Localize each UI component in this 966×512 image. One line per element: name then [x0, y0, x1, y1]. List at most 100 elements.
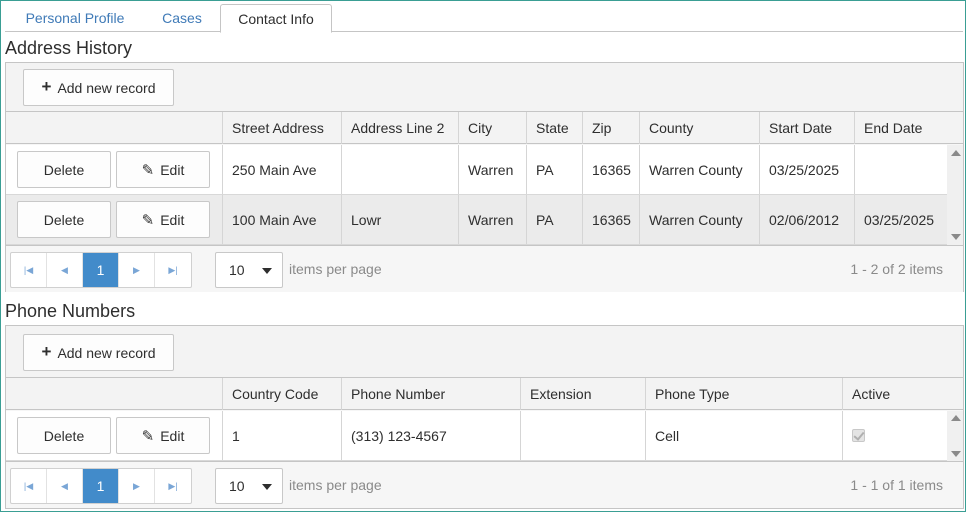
chevron-down-icon	[262, 268, 272, 274]
delete-button[interactable]: Delete	[17, 201, 111, 238]
add-address-button[interactable]: + Add new record	[23, 69, 174, 106]
add-phone-label: Add new record	[57, 344, 156, 361]
page-number-current[interactable]: 1	[83, 469, 119, 503]
page-size-value: 10	[229, 262, 245, 278]
page-size-select[interactable]: 10	[215, 252, 283, 288]
table-row[interactable]: Delete ✎ Edit 250 Main Ave Warren PA 163…	[6, 145, 948, 195]
add-address-label: Add new record	[57, 79, 156, 96]
address-grid: + Add new record Street Address Address …	[5, 62, 964, 292]
cell-phone-number: (313) 123-4567	[341, 411, 520, 460]
edit-button[interactable]: ✎ Edit	[116, 151, 210, 188]
prev-page-icon[interactable]: ◀	[47, 253, 83, 287]
scroll-up-icon[interactable]	[951, 415, 961, 421]
cell-start-date: 03/25/2025	[759, 145, 854, 194]
tab-personal-profile[interactable]: Personal Profile	[9, 4, 141, 32]
plus-icon: +	[41, 77, 52, 96]
cell-country-code: 1	[222, 411, 341, 460]
edit-button[interactable]: ✎ Edit	[116, 201, 210, 238]
page-size-select[interactable]: 10	[215, 468, 283, 504]
pager-info: 1 - 1 of 1 items	[850, 477, 943, 493]
tab-contact-info[interactable]: Contact Info	[220, 4, 332, 33]
column-header-city[interactable]: City	[458, 112, 526, 144]
cell-zip: 16365	[582, 145, 639, 194]
delete-button[interactable]: Delete	[17, 417, 111, 454]
edit-label: Edit	[160, 161, 185, 178]
table-row[interactable]: Delete ✎ Edit 1 (313) 123-4567 Cell	[6, 411, 948, 461]
address-header-row: Street Address Address Line 2 City State…	[6, 112, 963, 144]
cell-line2	[341, 145, 458, 194]
cell-street: 100 Main Ave	[222, 195, 341, 244]
pager-buttons: |◀ ◀ 1 ▶ ▶|	[10, 252, 192, 288]
column-header-phone-type[interactable]: Phone Type	[645, 378, 842, 410]
column-header-phone-number[interactable]: Phone Number	[341, 378, 520, 410]
cell-city: Warren	[458, 195, 526, 244]
scroll-down-icon[interactable]	[951, 234, 961, 240]
table-row[interactable]: Delete ✎ Edit 100 Main Ave Lowr Warren P…	[6, 195, 948, 245]
items-per-page-label: items per page	[289, 477, 382, 493]
column-header-extension[interactable]: Extension	[520, 378, 645, 410]
column-header-state[interactable]: State	[526, 112, 582, 144]
cell-active	[842, 411, 948, 460]
cell-city: Warren	[458, 145, 526, 194]
page-number-current[interactable]: 1	[83, 253, 119, 287]
pager-info: 1 - 2 of 2 items	[850, 261, 943, 277]
tab-cases[interactable]: Cases	[147, 4, 217, 32]
pager-buttons: |◀ ◀ 1 ▶ ▶|	[10, 468, 192, 504]
phone-toolbar: + Add new record	[6, 326, 963, 378]
edit-button[interactable]: ✎ Edit	[116, 417, 210, 454]
phone-header-row: Country Code Phone Number Extension Phon…	[6, 378, 963, 410]
cell-phone-type: Cell	[645, 411, 842, 460]
address-toolbar: + Add new record	[6, 63, 963, 112]
actions-header	[6, 112, 222, 144]
address-pager: |◀ ◀ 1 ▶ ▶| 10 items per page 1 - 2 of 2…	[6, 245, 963, 292]
column-header-end-date[interactable]: End Date	[854, 112, 949, 144]
first-page-icon[interactable]: |◀	[11, 253, 47, 287]
cell-end-date: 03/25/2025	[854, 195, 948, 244]
delete-button[interactable]: Delete	[17, 151, 111, 188]
phone-pager: |◀ ◀ 1 ▶ ▶| 10 items per page 1 - 1 of 1…	[6, 461, 963, 508]
prev-page-icon[interactable]: ◀	[47, 469, 83, 503]
pencil-icon: ✎	[141, 161, 155, 179]
next-page-icon[interactable]: ▶	[119, 253, 155, 287]
active-checkbox[interactable]	[852, 429, 865, 442]
cell-start-date: 02/06/2012	[759, 195, 854, 244]
last-page-icon[interactable]: ▶|	[155, 253, 191, 287]
cell-line2: Lowr	[341, 195, 458, 244]
cell-county: Warren County	[639, 145, 759, 194]
cell-state: PA	[526, 195, 582, 244]
add-phone-button[interactable]: + Add new record	[23, 334, 174, 371]
chevron-down-icon	[262, 484, 272, 490]
column-header-zip[interactable]: Zip	[582, 112, 639, 144]
address-scrollbar[interactable]	[947, 145, 963, 245]
column-header-line2[interactable]: Address Line 2	[341, 112, 458, 144]
edit-label: Edit	[160, 427, 185, 444]
scroll-up-icon[interactable]	[951, 150, 961, 156]
column-header-street[interactable]: Street Address	[222, 112, 341, 144]
cell-extension	[520, 411, 645, 460]
phone-grid: + Add new record Country Code Phone Numb…	[5, 325, 964, 509]
column-header-county[interactable]: County	[639, 112, 759, 144]
phone-numbers-title: Phone Numbers	[5, 301, 136, 321]
column-header-country-code[interactable]: Country Code	[222, 378, 341, 410]
last-page-icon[interactable]: ▶|	[155, 469, 191, 503]
plus-icon: +	[41, 342, 52, 361]
pencil-icon: ✎	[141, 211, 155, 229]
first-page-icon[interactable]: |◀	[11, 469, 47, 503]
address-history-title: Address History	[5, 38, 133, 58]
edit-label: Edit	[160, 211, 185, 228]
column-header-start-date[interactable]: Start Date	[759, 112, 854, 144]
pencil-icon: ✎	[141, 427, 155, 445]
cell-state: PA	[526, 145, 582, 194]
actions-header	[6, 378, 222, 410]
scroll-down-icon[interactable]	[951, 451, 961, 457]
tab-strip: Personal Profile Cases Contact Info	[5, 4, 963, 33]
column-header-active[interactable]: Active	[842, 378, 949, 410]
contact-info-window: Personal Profile Cases Contact Info Addr…	[0, 0, 966, 512]
phone-scrollbar[interactable]	[947, 411, 963, 461]
cell-street: 250 Main Ave	[222, 145, 341, 194]
cell-zip: 16365	[582, 195, 639, 244]
items-per-page-label: items per page	[289, 261, 382, 277]
cell-county: Warren County	[639, 195, 759, 244]
next-page-icon[interactable]: ▶	[119, 469, 155, 503]
page-size-value: 10	[229, 478, 245, 494]
